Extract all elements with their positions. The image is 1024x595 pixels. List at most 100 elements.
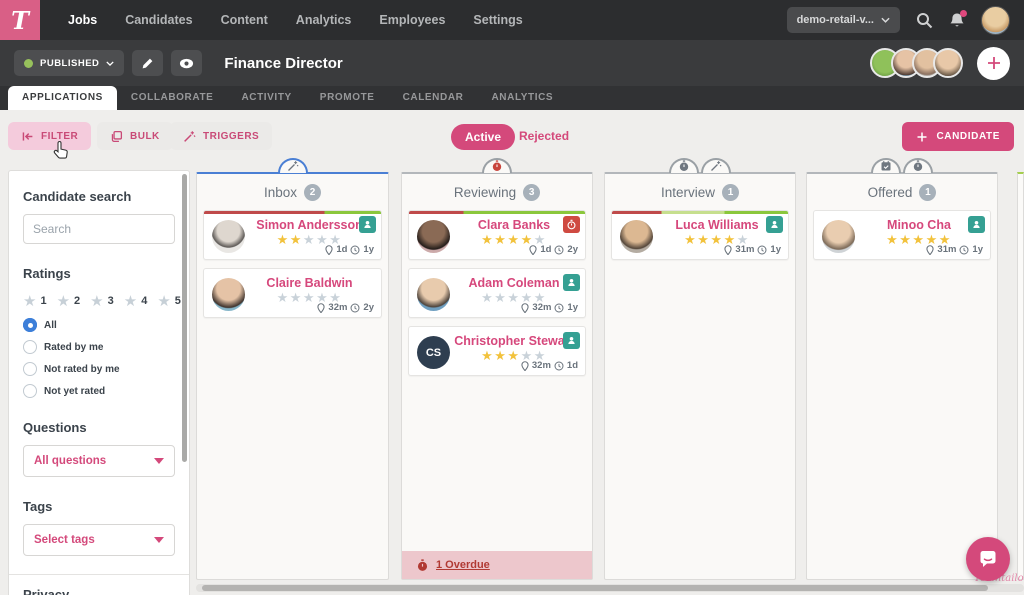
stage-header[interactable]: Offered 1: [807, 174, 997, 210]
stage-count-badge: 1: [722, 183, 740, 201]
stage-trigger-bump[interactable]: [669, 158, 699, 173]
stage-column-offered: Offered 1 Minoo Cha ★★★★★ 31m 1y: [806, 158, 998, 580]
star-icon[interactable]: ★: [90, 292, 103, 310]
candidate-name[interactable]: Christopher Stewart: [453, 334, 575, 348]
time-indicators: 31m 1y: [926, 244, 983, 255]
candidate-name[interactable]: Claire Baldwin: [248, 276, 371, 290]
overdue-footer-link[interactable]: 1 Overdue: [402, 551, 592, 579]
radio-icon[interactable]: [23, 340, 37, 354]
time-since-applied: 1y: [972, 244, 983, 255]
candidate-card[interactable]: Minoo Cha ★★★★★ 31m 1y: [813, 210, 991, 260]
add-candidate-button[interactable]: CANDIDATE: [902, 122, 1014, 151]
candidate-card[interactable]: Simon Andersson ★★★★★ 1d 1y: [203, 210, 382, 260]
status-dropdown[interactable]: PUBLISHED: [14, 50, 125, 76]
pin-icon: [325, 244, 333, 255]
preview-job-button[interactable]: [171, 50, 203, 76]
chat-launcher-button[interactable]: [966, 537, 1010, 581]
clock-icon: [959, 245, 969, 254]
radio-icon[interactable]: [23, 362, 37, 376]
candidate-card[interactable]: Clara Banks ★★★★★ 1d 2y: [408, 210, 586, 260]
stage-trigger-bump[interactable]: [482, 158, 512, 173]
tab-analytics[interactable]: ANALYTICS: [477, 86, 567, 110]
candidate-name[interactable]: Minoo Cha: [858, 218, 980, 232]
workspace-label: demo-retail-v...: [796, 14, 874, 26]
questions-dropdown[interactable]: All questions: [23, 445, 175, 477]
nav-item-candidates[interactable]: Candidates: [125, 13, 192, 27]
collaborator-avatar[interactable]: [933, 48, 963, 78]
stage-trigger-bump[interactable]: [903, 158, 933, 173]
candidate-name[interactable]: Clara Banks: [453, 218, 575, 232]
nav-item-settings[interactable]: Settings: [473, 13, 522, 27]
pencil-icon: [143, 58, 153, 68]
board-scrollbar-thumb[interactable]: [202, 585, 988, 591]
chevron-down-icon: [154, 537, 164, 543]
rating-filter-not-yet-rated[interactable]: Not yet rated: [23, 384, 175, 398]
candidate-card[interactable]: Claire Baldwin ★★★★★ 32m 2y: [203, 268, 382, 318]
rating-filter-not-rated-by-me[interactable]: Not rated by me: [23, 362, 175, 376]
radio-icon[interactable]: [23, 384, 37, 398]
time-since-applied: 1d: [566, 360, 578, 371]
rating-scale[interactable]: ★ 1 ★ 2 ★ 3 ★ 4 ★ 5: [23, 292, 181, 310]
stage-trigger-bump[interactable]: [871, 158, 901, 173]
tab-calendar[interactable]: CALENDAR: [389, 86, 478, 110]
star-icon[interactable]: ★: [157, 292, 170, 310]
nav-item-employees[interactable]: Employees: [379, 13, 445, 27]
calendar-check-icon: [881, 161, 891, 171]
clock-icon: [554, 245, 564, 254]
star-icon[interactable]: ★: [124, 292, 137, 310]
pin-icon: [926, 244, 935, 255]
notifications-button[interactable]: [949, 9, 967, 29]
filter-button[interactable]: FILTER: [8, 122, 92, 150]
rating-filter-rated-by-me[interactable]: Rated by me: [23, 340, 175, 354]
stage-header[interactable]: Reviewing 3: [402, 174, 592, 210]
search-input[interactable]: [23, 214, 175, 244]
star-icon[interactable]: ★: [23, 292, 36, 310]
sidebar-scrollbar[interactable]: [182, 174, 187, 462]
candidate-card[interactable]: Luca Williams ★★★★★ 31m 1y: [611, 210, 789, 260]
add-collaborator-button[interactable]: [977, 46, 1010, 80]
time-since-applied: 1y: [363, 244, 374, 255]
candidate-card[interactable]: Adam Coleman ★★★★★ 32m 1y: [408, 268, 586, 318]
rating-filter-all[interactable]: All: [23, 318, 175, 332]
magic-wand-icon: [184, 130, 196, 142]
user-avatar[interactable]: [981, 5, 1010, 35]
stage-header[interactable]: Inbox 2: [197, 174, 388, 210]
status-label: PUBLISHED: [40, 57, 100, 69]
tab-promote[interactable]: PROMOTE: [306, 86, 389, 110]
active-toggle[interactable]: Active: [451, 124, 516, 150]
workspace-dropdown[interactable]: demo-retail-v...: [786, 7, 900, 33]
edit-job-button[interactable]: [132, 50, 164, 76]
tab-activity[interactable]: ACTIVITY: [227, 86, 305, 110]
tab-applications[interactable]: APPLICATIONS: [8, 86, 117, 110]
connected-candidate-badge: [563, 274, 580, 291]
candidate-card[interactable]: CS Christopher Stewart ★★★★★ 32m 1d: [408, 326, 586, 376]
tags-dropdown[interactable]: Select tags: [23, 524, 175, 556]
filter-sidebar: Candidate search Ratings ★1 ★2 ★3 ★4 ★5 …: [8, 170, 190, 595]
time-indicators: 32m 1y: [521, 302, 578, 313]
tab-collaborate[interactable]: COLLABORATE: [117, 86, 228, 110]
person-icon: [568, 278, 575, 286]
rejected-toggle[interactable]: Rejected: [519, 129, 569, 143]
chat-bubble-icon: [980, 551, 996, 567]
nav-item-analytics[interactable]: Analytics: [296, 13, 352, 27]
nav-item-jobs[interactable]: Jobs: [68, 13, 97, 27]
star-icon[interactable]: ★: [57, 292, 70, 310]
clock-icon: [350, 245, 360, 254]
stage-trigger-bump[interactable]: [701, 158, 731, 173]
candidate-name[interactable]: Simon Andersson: [248, 218, 371, 232]
teamtailor-logo[interactable]: T: [0, 0, 40, 40]
triggers-button[interactable]: TRIGGERS: [170, 122, 273, 150]
candidate-name[interactable]: Luca Williams: [656, 218, 778, 232]
match-score-bar: [409, 211, 585, 214]
stage-column-interview: Interview 1 Luca Williams ★★★★★ 31m 1y: [604, 158, 796, 580]
stage-header[interactable]: Interview 1: [605, 174, 795, 210]
radio-icon[interactable]: [23, 318, 37, 332]
avatar-initials: CS: [417, 336, 450, 369]
bulk-button[interactable]: BULK: [97, 122, 173, 150]
search-button[interactable]: [916, 12, 933, 29]
nav-item-content[interactable]: Content: [221, 13, 268, 27]
candidate-name[interactable]: Adam Coleman: [453, 276, 575, 290]
main-nav: Jobs Candidates Content Analytics Employ…: [68, 13, 523, 27]
time-indicators: 32m 1d: [521, 360, 578, 371]
stage-trigger-bump[interactable]: [277, 158, 308, 173]
